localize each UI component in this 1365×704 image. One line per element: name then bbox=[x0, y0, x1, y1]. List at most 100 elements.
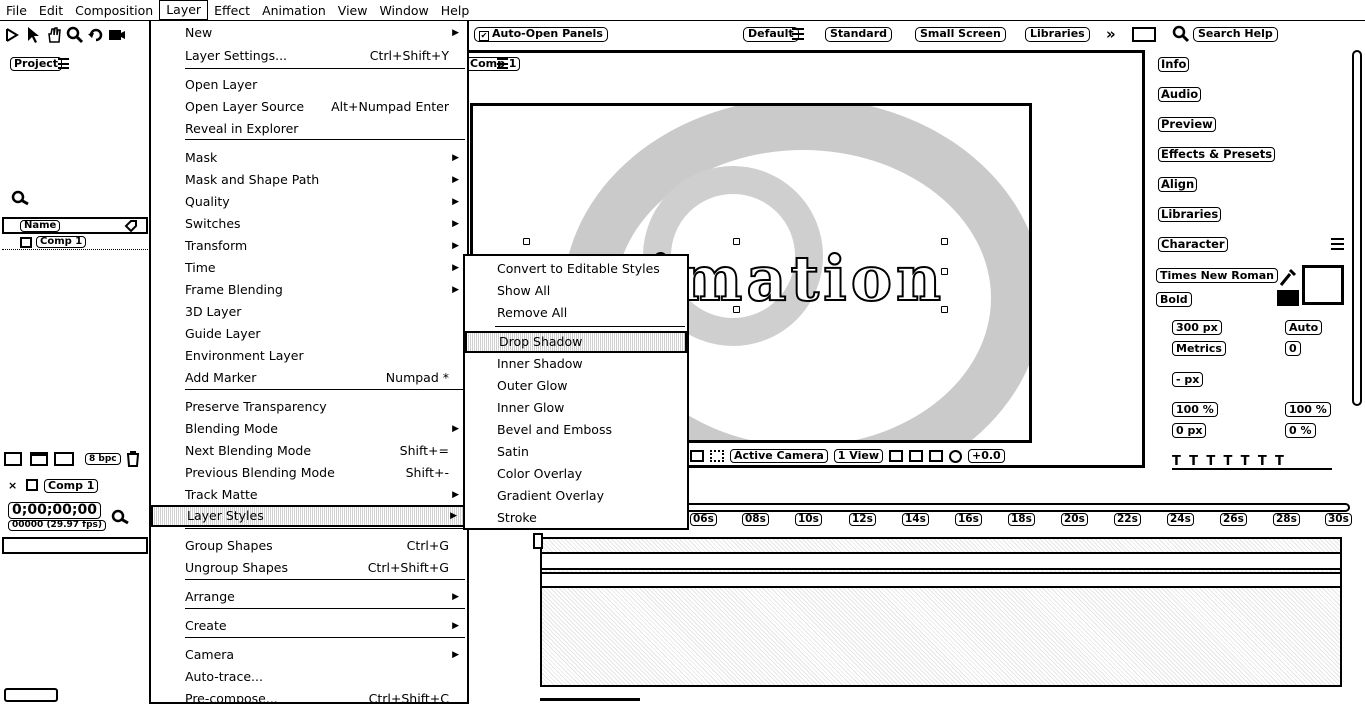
transform-handle[interactable] bbox=[941, 238, 948, 245]
exposure-value[interactable]: +0.0 bbox=[968, 449, 1005, 463]
playhead-handle[interactable] bbox=[533, 533, 543, 549]
tracking-field[interactable]: 0 bbox=[1285, 341, 1301, 356]
layer-menu-item-previous-blending-mode[interactable]: Previous Blending Mode Shift+- bbox=[151, 462, 467, 484]
layer-menu-item-frame-blending[interactable]: Frame Blending ▶ bbox=[151, 279, 467, 301]
stroke-width-field[interactable]: - px bbox=[1172, 372, 1204, 387]
layer-style-item-remove-all[interactable]: Remove All bbox=[465, 302, 687, 324]
workspace-standard[interactable]: Standard bbox=[825, 27, 893, 42]
layer-menu-item-track-matte[interactable]: Track Matte ▶ bbox=[151, 484, 467, 506]
zoom-slider[interactable] bbox=[540, 689, 640, 701]
close-tab-icon[interactable]: × bbox=[8, 479, 17, 492]
align-panel-tab[interactable]: Align bbox=[1158, 177, 1198, 192]
baseline-shift-field[interactable]: 0 px bbox=[1172, 423, 1207, 438]
layer-menu-item-environment-layer[interactable]: Environment Layer bbox=[151, 345, 467, 367]
eyedropper-icon[interactable] bbox=[1278, 266, 1298, 288]
search-help-icon[interactable] bbox=[1172, 25, 1190, 46]
rotate-tool-icon[interactable] bbox=[87, 26, 105, 44]
layer-menu-item-quality[interactable]: Quality ▶ bbox=[151, 191, 467, 213]
layer-menu-item-mask-and-shape-path[interactable]: Mask and Shape Path ▶ bbox=[151, 169, 467, 191]
layer-style-item-inner-glow[interactable]: Inner Glow bbox=[465, 397, 687, 419]
transform-handle[interactable] bbox=[523, 238, 530, 245]
layer-menu-item-reveal-in-explorer[interactable]: Reveal in Explorer bbox=[151, 118, 467, 140]
toggle-transparency-icon[interactable] bbox=[909, 450, 923, 462]
layer-style-item-outer-glow[interactable]: Outer Glow bbox=[465, 375, 687, 397]
layer-menu-item-pre-compose[interactable]: Pre-compose... Ctrl+Shift+C bbox=[151, 688, 467, 704]
new-composition-icon[interactable] bbox=[54, 452, 74, 466]
layer-menu-item-blending-mode[interactable]: Blending Mode ▶ bbox=[151, 418, 467, 440]
layer-menu-item-auto-trace[interactable]: Auto-trace... bbox=[151, 666, 467, 688]
menu-window[interactable]: Window bbox=[373, 0, 434, 21]
reset-exposure-icon[interactable] bbox=[949, 449, 962, 463]
layer-duration-bar[interactable] bbox=[540, 572, 1342, 588]
audio-panel-tab[interactable]: Audio bbox=[1158, 87, 1202, 102]
layer-style-item-color-overlay[interactable]: Color Overlay bbox=[465, 463, 687, 485]
layer-menu-item-guide-layer[interactable]: Guide Layer bbox=[151, 323, 467, 345]
preview-panel-tab[interactable]: Preview bbox=[1158, 117, 1216, 132]
region-of-interest-icon[interactable] bbox=[690, 450, 704, 462]
horizontal-scale-field[interactable]: 100 % bbox=[1285, 402, 1331, 417]
zoom-tool-icon[interactable] bbox=[66, 26, 84, 44]
timeline-layer-row[interactable] bbox=[2, 556, 148, 570]
project-search-icon[interactable] bbox=[10, 190, 32, 209]
stroke-color-swatch[interactable] bbox=[1302, 265, 1344, 305]
layer-menu-item-next-blending-mode[interactable]: Next Blending Mode Shift+= bbox=[151, 440, 467, 462]
menu-file[interactable]: File bbox=[0, 0, 33, 21]
layer-style-item-gradient-overlay[interactable]: Gradient Overlay bbox=[465, 485, 687, 507]
layer-style-item-drop-shadow[interactable]: Drop Shadow bbox=[465, 331, 687, 353]
menu-layer[interactable]: Layer bbox=[159, 0, 209, 20]
layer-style-item-bevel-and-emboss[interactable]: Bevel and Emboss bbox=[465, 419, 687, 441]
hand-tool-icon[interactable] bbox=[45, 26, 63, 44]
tsume-field[interactable]: 0 % bbox=[1285, 423, 1316, 438]
menu-composition[interactable]: Composition bbox=[69, 0, 159, 21]
fast-previews-icon[interactable] bbox=[889, 450, 903, 462]
character-menu-icon[interactable] bbox=[1331, 238, 1344, 250]
faux-style-buttons[interactable]: TTTTTTT bbox=[1172, 454, 1332, 470]
layer-menu-item-new[interactable]: New ▶ bbox=[151, 22, 467, 44]
layer-menu-item-mask[interactable]: Mask ▶ bbox=[151, 147, 467, 169]
workspace-menu-icon[interactable] bbox=[1132, 27, 1156, 42]
layer-style-item-stroke[interactable]: Stroke bbox=[465, 507, 687, 529]
view-layout-dropdown[interactable]: 1 View bbox=[833, 449, 883, 463]
layer-menu-item-preserve-transparency[interactable]: Preserve Transparency bbox=[151, 396, 467, 418]
timeline-comp-tab[interactable]: Comp 1 bbox=[44, 479, 99, 493]
active-camera-dropdown[interactable]: Active Camera bbox=[730, 449, 828, 463]
layer-menu-item-layer-styles[interactable]: Layer Styles ▶ bbox=[151, 505, 467, 527]
project-panel-tab[interactable]: Project bbox=[10, 57, 63, 71]
hamburger-icon[interactable] bbox=[792, 28, 804, 40]
fill-color-swatch[interactable] bbox=[1277, 290, 1299, 306]
layer-menu-item-add-marker[interactable]: Add Marker Numpad * bbox=[151, 367, 467, 389]
viewer-comp-tab[interactable]: Comp 1 bbox=[466, 57, 521, 71]
layer-menu-item-3d-layer[interactable]: 3D Layer bbox=[151, 301, 467, 323]
libraries-panel-tab[interactable]: Libraries bbox=[1158, 207, 1222, 222]
workspace-default[interactable]: Default bbox=[743, 27, 799, 42]
font-family-dropdown[interactable]: Times New Roman bbox=[1156, 268, 1278, 283]
layer-style-item-inner-shadow[interactable]: Inner Shadow bbox=[465, 353, 687, 375]
workspace-libraries[interactable]: Libraries bbox=[1025, 27, 1090, 42]
layer-duration-bar[interactable] bbox=[540, 552, 1342, 570]
auto-open-panels-checkbox[interactable]: ✔ Auto-Open Panels bbox=[474, 27, 608, 42]
timecode-display[interactable]: 0;00;00;00 bbox=[8, 502, 101, 519]
camera-tool-icon[interactable] bbox=[108, 26, 126, 44]
new-folder-icon[interactable] bbox=[30, 452, 48, 466]
vertical-scale-field[interactable]: 100 % bbox=[1172, 402, 1218, 417]
layer-menu-item-transform[interactable]: Transform ▶ bbox=[151, 235, 467, 257]
workspace-small-screen[interactable]: Small Screen bbox=[915, 27, 1006, 42]
layer-menu-item-open-layer-source[interactable]: Open Layer Source Alt+Numpad Enter bbox=[151, 96, 467, 118]
footer-toggle-icons[interactable] bbox=[4, 688, 58, 702]
menu-view[interactable]: View bbox=[332, 0, 374, 21]
right-scrollbar[interactable] bbox=[1352, 50, 1362, 406]
layer-menu-item-group-shapes[interactable]: Group Shapes Ctrl+G bbox=[151, 535, 467, 557]
project-item-row[interactable]: Comp 1 bbox=[2, 236, 148, 250]
menu-help[interactable]: Help bbox=[435, 0, 476, 21]
character-panel-tab[interactable]: Character bbox=[1158, 237, 1228, 252]
panel-menu-icon[interactable] bbox=[58, 58, 69, 69]
layer-menu-item-layer-settings[interactable]: Layer Settings... Ctrl+Shift+Y bbox=[151, 45, 467, 67]
home-icon[interactable] bbox=[3, 26, 21, 44]
timeline-search-icon[interactable] bbox=[110, 509, 132, 528]
transparency-grid-icon[interactable] bbox=[710, 450, 724, 462]
layer-menu-item-create[interactable]: Create ▶ bbox=[151, 615, 467, 637]
layer-menu-item-arrange[interactable]: Arrange ▶ bbox=[151, 586, 467, 608]
layer-menu-item-switches[interactable]: Switches ▶ bbox=[151, 213, 467, 235]
effects-presets-panel-tab[interactable]: Effects & Presets bbox=[1158, 147, 1276, 162]
kerning-field[interactable]: Metrics bbox=[1172, 341, 1226, 356]
